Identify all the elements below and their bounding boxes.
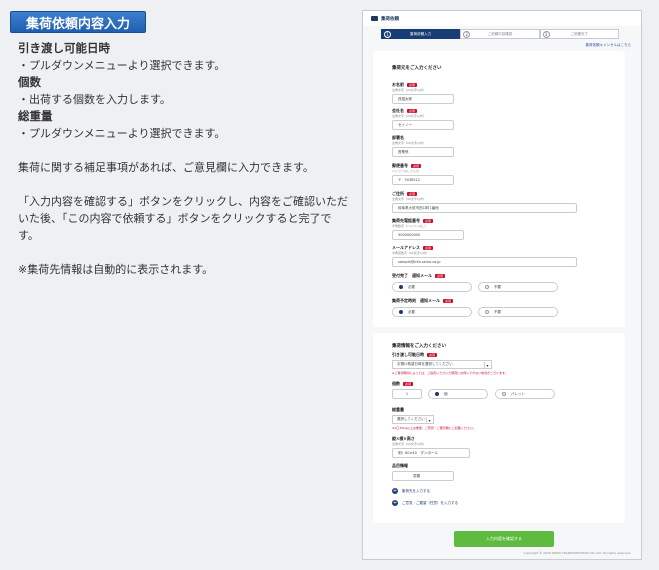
postal-mark-icon: 〒 — [398, 177, 402, 182]
step-2: 2 ご依頼内容確認 — [460, 29, 540, 39]
size-field[interactable]: 例）60×40 ダンボール — [392, 448, 470, 458]
zip-hint: ハイフンなしで入力 — [392, 169, 419, 173]
notify-time-need-radio[interactable]: 必要 — [392, 307, 472, 317]
confirm-button[interactable]: 入力内容を確認する — [454, 531, 554, 547]
goods-field[interactable]: 書類 — [392, 471, 454, 481]
notify-time-label: 集荷予定時刻 通知メール 必須 — [392, 298, 454, 303]
radio-dot — [485, 285, 489, 289]
tel-hint: 半角数字（ハイフンなし） — [392, 224, 429, 228]
tel-field[interactable]: 0000000000 — [392, 230, 464, 240]
notify-accept-label: 受付完了 通知メール 必須 — [392, 273, 446, 278]
goods-label: 品目情報 — [392, 463, 408, 468]
add-sender-link[interactable]: 集荷先を入力する — [402, 489, 430, 494]
name-hint: 全角文字（20文字以内） — [392, 88, 426, 92]
page-badge-title: 集荷依頼内容入力 — [10, 11, 146, 33]
step-number: 2 — [463, 31, 471, 38]
required-badge: 必須 — [411, 164, 422, 168]
required-badge: 必須 — [427, 353, 438, 357]
step-label: ご依頼完了 — [570, 31, 589, 36]
unit-pallet-radio[interactable]: パレット — [495, 389, 555, 399]
instruction-text-count: ・出荷する個数を入力します。 — [18, 93, 171, 106]
required-badge: 必須 — [435, 274, 446, 278]
weight-note: ※1口30kg以上は重量、ご意見・ご要望欄にご記載ください。 — [392, 426, 476, 430]
company-hint: 全角文字（20文字以内） — [392, 114, 426, 118]
step-number: 1 — [384, 31, 391, 38]
required-badge: 必須 — [407, 109, 418, 113]
pickup-section-title: 集荷情報をご入力ください — [392, 344, 446, 349]
instruction-heading-weight: 総重量 — [18, 109, 53, 123]
mail-hint: 半角英数字（60文字以内） — [392, 251, 429, 255]
radio-dot — [399, 285, 403, 289]
radio-dot — [435, 392, 439, 396]
notify-accept-noneed-radio[interactable]: 不要 — [478, 282, 558, 292]
sender-section: 集荷元をご入力ください お名前 必須 全角文字（20文字以内） 西濃太郎 会社名必… — [373, 51, 625, 327]
date-label: 引き渡し可能日時 必須 — [392, 352, 438, 357]
notify-time-noneed-radio[interactable]: 不要 — [478, 307, 558, 317]
truck-icon — [371, 16, 378, 21]
mock-header-title: 集荷依頼 — [381, 16, 399, 22]
instruction-heading-count: 個数 — [18, 75, 41, 89]
dept-hint: 全角文字（20文字以内） — [392, 141, 426, 145]
company-field[interactable]: セイノー — [392, 120, 454, 130]
address-hint: 全角文字（40文字以内） — [392, 197, 426, 201]
size-hint: 全角文字（20文字以内） — [392, 442, 426, 446]
instructions: 引き渡し可能日時 ・プルダウンメニューより選択できます。 個数 ・出荷する個数を… — [18, 40, 348, 278]
required-badge: 必須 — [423, 219, 434, 223]
radio-dot — [485, 310, 489, 314]
radio-dot — [399, 310, 403, 314]
required-badge: 必須 — [407, 83, 418, 87]
step-label: 集荷依頼入力 — [410, 31, 432, 36]
notify-accept-need-radio[interactable]: 必要 — [392, 282, 472, 292]
date-select[interactable]: お預け希望日時を選択してください ▾ — [392, 360, 492, 369]
mail-field[interactable]: sample@info.seino.co.jp — [392, 257, 577, 267]
instruction-text-weight: ・プルダウンメニューより選択できます。 — [18, 127, 226, 140]
count-label: 個数 必須 — [392, 381, 414, 386]
mock-header: 集荷依頼 — [363, 11, 641, 26]
count-field[interactable]: 1 — [392, 389, 422, 399]
pickup-section: 集荷情報をご入力ください 引き渡し可能日時 必須 お預け希望日時を選択してください… — [373, 333, 625, 523]
instruction-paragraph-confirm: 「入力内容を確認する」ボタンをクリックし、内容をご確認いただいた後、「この内容で… — [18, 195, 348, 242]
instruction-text-date: ・プルダウンメニューより選択できます。 — [18, 59, 226, 72]
add-remarks-link[interactable]: ご意見・ご要望（任意）を入力する — [402, 501, 458, 506]
radio-dot — [502, 392, 506, 396]
dept-field[interactable]: 営業係 — [392, 147, 454, 157]
instruction-paragraph-note: ※集荷先情報は自動的に表示されます。 — [18, 263, 214, 276]
unit-ko-radio[interactable]: 個 — [428, 389, 488, 399]
plus-circle-icon: + — [392, 488, 398, 494]
instruction-heading-date: 引き渡し可能日時 — [18, 41, 110, 55]
step-number: 3 — [542, 31, 550, 38]
weight-label: 総重量 — [392, 407, 404, 412]
zip-field[interactable]: 〒 5038512 — [392, 175, 454, 185]
step-label: ご依頼内容確認 — [487, 31, 513, 36]
address-field[interactable]: 岐阜県大垣市田口町1番地 — [392, 203, 577, 213]
copyright: Copyright © 2018 SEINO TRANSPORTATION CO… — [523, 551, 631, 555]
form-screenshot: 集荷依頼 1 集荷依頼入力 2 ご依頼内容確認 3 ご依頼完了 集荷依頼キャンセ… — [362, 10, 642, 560]
step-indicator: 1 集荷依頼入力 2 ご依頼内容確認 3 ご依頼完了 — [381, 29, 619, 39]
step-3: 3 ご依頼完了 — [539, 29, 619, 39]
date-note: ※ご希望時間によっては、ご指定いただいた時刻にお伺いできない場合がございます。 — [392, 371, 508, 375]
required-badge: 必須 — [443, 299, 454, 303]
weight-select[interactable]: 選択してください ▾ — [392, 415, 434, 424]
name-field[interactable]: 西濃太郎 — [392, 94, 454, 104]
sender-section-title: 集荷元をご入力ください — [392, 66, 442, 71]
required-badge: 必須 — [423, 246, 434, 250]
plus-circle-icon: + — [392, 500, 398, 506]
chevron-down-icon: ▾ — [426, 417, 432, 423]
cancel-link[interactable]: 集荷依頼キャンセルはこちら — [586, 43, 632, 48]
required-badge: 必須 — [407, 192, 418, 196]
step-1: 1 集荷依頼入力 — [381, 29, 461, 39]
instruction-paragraph-remarks: 集荷に関する補足事項があれば、ご意見欄に入力できます。 — [18, 161, 314, 174]
chevron-down-icon: ▾ — [484, 362, 490, 368]
required-badge: 必須 — [403, 382, 414, 386]
